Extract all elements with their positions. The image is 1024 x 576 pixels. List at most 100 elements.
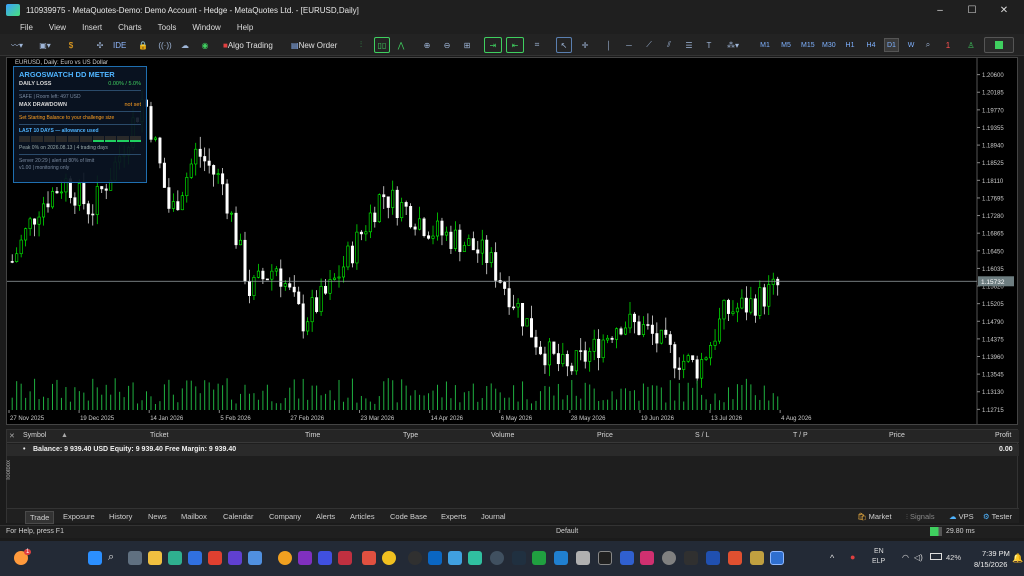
timeframe-m5[interactable]: M5 xyxy=(779,38,793,52)
menu-help[interactable]: Help xyxy=(229,23,261,32)
app-icon[interactable] xyxy=(208,551,222,565)
close-button[interactable]: ✕ xyxy=(988,0,1020,20)
tray-overflow-icon[interactable]: ^ xyxy=(830,553,834,563)
maximize-button[interactable]: ☐ xyxy=(956,0,988,20)
terminal-icon[interactable] xyxy=(598,551,612,565)
linkedin-icon[interactable] xyxy=(428,551,442,565)
lang-code[interactable]: EN xyxy=(874,548,884,555)
clock-time[interactable]: 7:39 PM xyxy=(982,549,1010,558)
explorer-icon[interactable] xyxy=(148,551,162,565)
metatrader-icon[interactable] xyxy=(770,551,784,565)
app-icon[interactable] xyxy=(728,551,742,565)
app-icon[interactable] xyxy=(620,551,634,565)
app-icon[interactable] xyxy=(248,551,262,565)
gmail-icon[interactable] xyxy=(362,551,376,565)
tab-experts[interactable]: Experts xyxy=(437,511,470,522)
autoscroll-icon[interactable]: ⇥ xyxy=(484,37,502,53)
chart-canvas[interactable]: 1.20600 1.20185 1.19770 1.19355 1.18940 1.185… xyxy=(7,58,1017,424)
candle-chart-icon[interactable]: ▯▯ xyxy=(374,37,390,53)
algo-trading-button[interactable]: ■ Algo Trading xyxy=(220,37,276,53)
wifi-icon[interactable]: ◠ xyxy=(902,553,909,562)
app-icon[interactable] xyxy=(532,551,546,565)
menu-window[interactable]: Window xyxy=(184,23,228,32)
cursor-icon[interactable]: ↖ xyxy=(556,37,572,53)
strategy-icon[interactable]: ✣ xyxy=(92,37,108,53)
vertical-line-icon[interactable]: │ xyxy=(602,37,616,53)
trendline-icon[interactable]: ⟋ xyxy=(642,37,656,53)
minimize-button[interactable]: – xyxy=(924,0,956,20)
screenshot-icon[interactable]: ⌗ xyxy=(530,37,544,53)
bar-chart-icon[interactable]: ⫶ xyxy=(354,37,368,53)
text-icon[interactable]: T xyxy=(702,37,716,53)
app-icon[interactable] xyxy=(468,551,482,565)
menu-tools[interactable]: Tools xyxy=(150,23,185,32)
toolbox-side-label[interactable]: Toolbox xyxy=(6,460,12,481)
zoom-in-icon[interactable]: ⊕ xyxy=(420,37,434,53)
tab-mailbox[interactable]: Mailbox xyxy=(177,511,211,522)
signals-button[interactable]: ⫶ Signals xyxy=(902,511,939,523)
tab-journal[interactable]: Journal xyxy=(477,511,510,522)
app-icon[interactable] xyxy=(490,551,504,565)
clock-date[interactable]: 8/15/2026 xyxy=(974,560,1007,569)
timeframe-h4[interactable]: H4 xyxy=(864,38,878,52)
profiles-icon[interactable]: ▣▾ xyxy=(34,37,56,53)
market-button[interactable]: 🛍 Market xyxy=(853,511,896,522)
vps-icon[interactable]: ◉ xyxy=(198,37,212,53)
col-volume[interactable]: Volume xyxy=(491,432,514,439)
app-icon[interactable] xyxy=(750,551,764,565)
app-icon[interactable] xyxy=(318,551,332,565)
crosshair-icon[interactable]: ✛ xyxy=(578,37,592,53)
timeframe-m30[interactable]: M30 xyxy=(820,38,838,52)
timeframe-m15[interactable]: M15 xyxy=(799,38,817,52)
signal-icon[interactable]: ((·)) xyxy=(158,37,172,53)
slack-icon[interactable] xyxy=(448,551,462,565)
tab-company[interactable]: Company xyxy=(265,511,305,522)
tab-alerts[interactable]: Alerts xyxy=(312,511,339,522)
line-chart-icon[interactable]: ⋀ xyxy=(394,37,408,53)
menu-charts[interactable]: Charts xyxy=(110,23,150,32)
app-icon[interactable] xyxy=(382,551,396,565)
search-taskbar-icon[interactable]: ⌕ xyxy=(108,551,122,565)
notifications-icon[interactable]: 1 xyxy=(940,37,956,53)
vps-button[interactable]: ☁ VPS xyxy=(945,511,978,522)
chart-shift-icon[interactable]: ⇤ xyxy=(506,37,524,53)
chart-type-icon[interactable]: 〰▾ xyxy=(6,37,28,53)
chrome-icon[interactable] xyxy=(278,551,292,565)
app-icon[interactable] xyxy=(662,551,676,565)
ide-button[interactable]: IDE xyxy=(110,37,129,53)
edge-icon[interactable] xyxy=(168,551,182,565)
app-icon[interactable] xyxy=(706,551,720,565)
toolbox-close-icon[interactable]: ✕ xyxy=(9,432,15,440)
col-price[interactable]: Price xyxy=(597,432,613,439)
menu-insert[interactable]: Insert xyxy=(74,23,110,32)
new-order-button[interactable]: ▤ New Order xyxy=(288,37,340,53)
tray-app-icon[interactable]: ● xyxy=(850,552,855,562)
app-icon[interactable] xyxy=(298,551,312,565)
tab-exposure[interactable]: Exposure xyxy=(59,511,99,522)
notification-center-icon[interactable]: 🔔 xyxy=(1012,553,1023,564)
col-tp[interactable]: T / P xyxy=(793,432,808,439)
app-icon[interactable] xyxy=(554,551,568,565)
tab-history[interactable]: History xyxy=(105,511,136,522)
timeframe-m1[interactable]: M1 xyxy=(758,38,772,52)
col-sl[interactable]: S / L xyxy=(695,432,709,439)
github-icon[interactable] xyxy=(408,551,422,565)
horizontal-line-icon[interactable]: ─ xyxy=(622,37,636,53)
market-icon[interactable]: $ xyxy=(62,37,80,53)
tab-articles[interactable]: Articles xyxy=(346,511,379,522)
shapes-icon[interactable]: ⁂▾ xyxy=(722,37,744,53)
price-chart[interactable]: 1.20600 1.20185 1.19770 1.19355 1.18940 1.185… xyxy=(6,57,1018,425)
taskview-icon[interactable] xyxy=(128,551,142,565)
start-icon[interactable] xyxy=(88,551,102,565)
timeframe-w[interactable]: W xyxy=(904,38,918,52)
cloud-icon[interactable]: ☁ xyxy=(178,37,192,53)
app-icon[interactable] xyxy=(640,551,654,565)
tab-code-base[interactable]: Code Base xyxy=(386,511,431,522)
keyboard-layout[interactable]: ELP xyxy=(872,558,885,565)
battery-icon[interactable] xyxy=(930,553,942,560)
col-profit[interactable]: Profit xyxy=(995,432,1011,439)
tab-trade[interactable]: Trade xyxy=(25,511,55,524)
tab-calendar[interactable]: Calendar xyxy=(219,511,257,522)
menu-view[interactable]: View xyxy=(41,23,74,32)
col-time[interactable]: Time xyxy=(305,432,320,439)
